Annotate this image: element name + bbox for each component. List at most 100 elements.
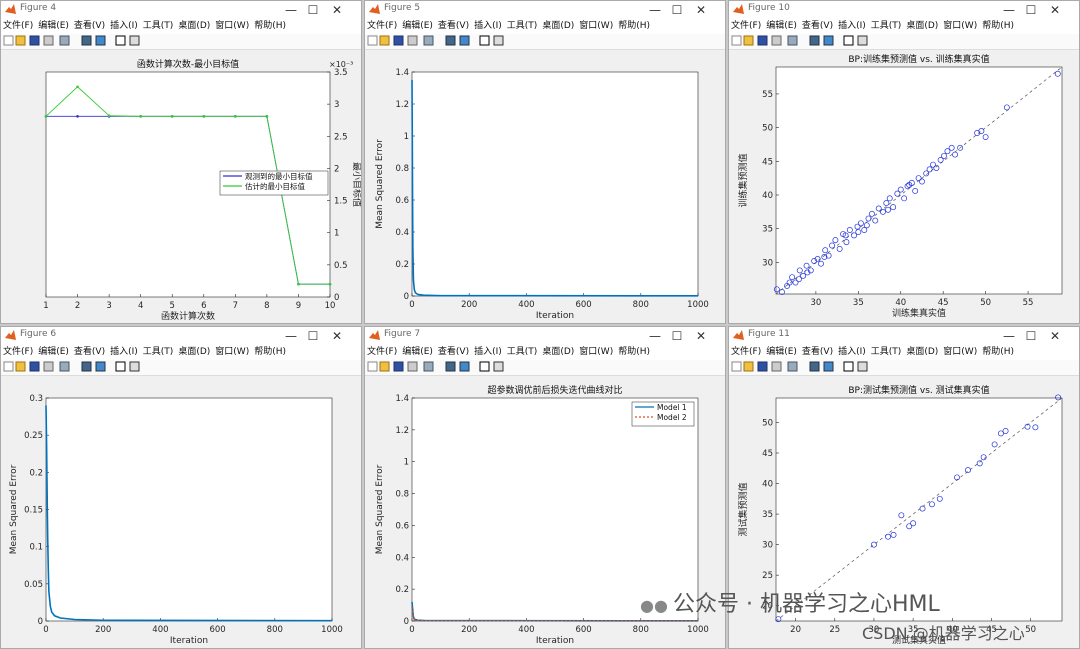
minimize-button[interactable]: — xyxy=(281,328,301,344)
close-button[interactable]: ✕ xyxy=(327,328,347,344)
menu-item[interactable]: 文件(F) xyxy=(367,21,397,31)
menu-item[interactable]: 文件(F) xyxy=(367,347,397,357)
menu-item[interactable]: 工具(T) xyxy=(143,21,174,31)
menu-item[interactable]: 插入(I) xyxy=(110,347,138,357)
new-file-icon[interactable] xyxy=(731,361,742,372)
property-icon[interactable] xyxy=(493,361,504,372)
maximize-button[interactable]: ☐ xyxy=(1021,328,1041,344)
property-icon[interactable] xyxy=(857,35,868,46)
property-icon[interactable] xyxy=(129,35,140,46)
open-folder-icon[interactable] xyxy=(15,35,26,46)
menu-item[interactable]: 工具(T) xyxy=(871,21,902,31)
menu-item[interactable]: 帮助(H) xyxy=(618,21,650,31)
open-folder-icon[interactable] xyxy=(743,361,754,372)
link-icon[interactable] xyxy=(445,361,456,372)
colorbar-icon[interactable] xyxy=(823,35,834,46)
link-icon[interactable] xyxy=(445,35,456,46)
new-file-icon[interactable] xyxy=(367,35,378,46)
zoom-icon[interactable] xyxy=(787,35,798,46)
menu-item[interactable]: 编辑(E) xyxy=(766,347,797,357)
menu-item[interactable]: 文件(F) xyxy=(731,21,761,31)
link-icon[interactable] xyxy=(809,361,820,372)
menu-item[interactable]: 文件(F) xyxy=(3,347,33,357)
menu-item[interactable]: 桌面(D) xyxy=(542,21,574,31)
new-file-icon[interactable] xyxy=(731,35,742,46)
menu-item[interactable]: 查看(V) xyxy=(74,347,105,357)
save-icon[interactable] xyxy=(29,361,40,372)
pointer-icon[interactable] xyxy=(479,35,490,46)
maximize-button[interactable]: ☐ xyxy=(667,328,687,344)
menu-item[interactable]: 插入(I) xyxy=(838,347,866,357)
menu-item[interactable]: 窗口(W) xyxy=(943,21,977,31)
menu-item[interactable]: 编辑(E) xyxy=(402,347,433,357)
save-icon[interactable] xyxy=(393,35,404,46)
property-icon[interactable] xyxy=(493,35,504,46)
maximize-button[interactable]: ☐ xyxy=(303,2,323,18)
print-icon[interactable] xyxy=(43,35,54,46)
menu-item[interactable]: 文件(F) xyxy=(731,347,761,357)
maximize-button[interactable]: ☐ xyxy=(1021,2,1041,18)
menu-item[interactable]: 窗口(W) xyxy=(943,347,977,357)
close-button[interactable]: ✕ xyxy=(691,328,711,344)
menu-item[interactable]: 窗口(W) xyxy=(215,347,249,357)
save-icon[interactable] xyxy=(757,361,768,372)
open-folder-icon[interactable] xyxy=(743,35,754,46)
colorbar-icon[interactable] xyxy=(459,361,470,372)
colorbar-icon[interactable] xyxy=(95,361,106,372)
menu-item[interactable]: 帮助(H) xyxy=(254,347,286,357)
menu-item[interactable]: 查看(V) xyxy=(74,21,105,31)
open-folder-icon[interactable] xyxy=(379,361,390,372)
pointer-icon[interactable] xyxy=(115,35,126,46)
close-button[interactable]: ✕ xyxy=(691,2,711,18)
menu-item[interactable]: 查看(V) xyxy=(438,21,469,31)
menu-item[interactable]: 桌面(D) xyxy=(906,21,938,31)
menu-item[interactable]: 桌面(D) xyxy=(178,347,210,357)
minimize-button[interactable]: — xyxy=(999,328,1019,344)
minimize-button[interactable]: — xyxy=(281,2,301,18)
menu-item[interactable]: 查看(V) xyxy=(438,347,469,357)
print-icon[interactable] xyxy=(407,35,418,46)
zoom-icon[interactable] xyxy=(59,35,70,46)
property-icon[interactable] xyxy=(129,361,140,372)
pointer-icon[interactable] xyxy=(115,361,126,372)
link-icon[interactable] xyxy=(81,361,92,372)
menu-item[interactable]: 窗口(W) xyxy=(215,21,249,31)
menu-item[interactable]: 帮助(H) xyxy=(618,347,650,357)
maximize-button[interactable]: ☐ xyxy=(303,328,323,344)
menu-item[interactable]: 桌面(D) xyxy=(906,347,938,357)
print-icon[interactable] xyxy=(771,35,782,46)
pointer-icon[interactable] xyxy=(843,361,854,372)
minimize-button[interactable]: — xyxy=(645,328,665,344)
menu-item[interactable]: 查看(V) xyxy=(802,21,833,31)
pointer-icon[interactable] xyxy=(479,361,490,372)
new-file-icon[interactable] xyxy=(3,361,14,372)
colorbar-icon[interactable] xyxy=(95,35,106,46)
zoom-icon[interactable] xyxy=(423,361,434,372)
minimize-button[interactable]: — xyxy=(999,2,1019,18)
close-button[interactable]: ✕ xyxy=(1045,2,1065,18)
menu-item[interactable]: 插入(I) xyxy=(838,21,866,31)
zoom-icon[interactable] xyxy=(59,361,70,372)
print-icon[interactable] xyxy=(771,361,782,372)
open-folder-icon[interactable] xyxy=(15,361,26,372)
open-folder-icon[interactable] xyxy=(379,35,390,46)
save-icon[interactable] xyxy=(757,35,768,46)
menu-item[interactable]: 查看(V) xyxy=(802,347,833,357)
menu-item[interactable]: 插入(I) xyxy=(474,347,502,357)
menu-item[interactable]: 编辑(E) xyxy=(766,21,797,31)
print-icon[interactable] xyxy=(407,361,418,372)
new-file-icon[interactable] xyxy=(3,35,14,46)
close-button[interactable]: ✕ xyxy=(1045,328,1065,344)
menu-item[interactable]: 工具(T) xyxy=(507,21,538,31)
maximize-button[interactable]: ☐ xyxy=(667,2,687,18)
close-button[interactable]: ✕ xyxy=(327,2,347,18)
menu-item[interactable]: 帮助(H) xyxy=(982,21,1014,31)
menu-item[interactable]: 编辑(E) xyxy=(402,21,433,31)
link-icon[interactable] xyxy=(809,35,820,46)
link-icon[interactable] xyxy=(81,35,92,46)
zoom-icon[interactable] xyxy=(423,35,434,46)
pointer-icon[interactable] xyxy=(843,35,854,46)
menu-item[interactable]: 桌面(D) xyxy=(542,347,574,357)
menu-item[interactable]: 文件(F) xyxy=(3,21,33,31)
colorbar-icon[interactable] xyxy=(459,35,470,46)
